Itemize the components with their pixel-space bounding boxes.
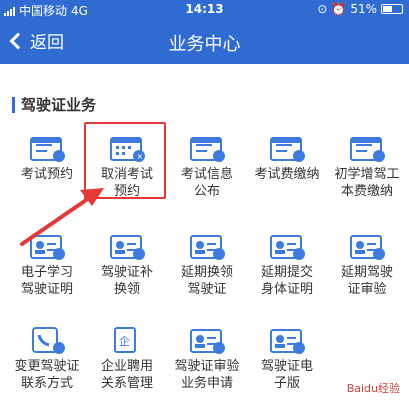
alarm-icon: ⏰	[331, 2, 347, 16]
status-bar: 中国移动 4G 14:13 ⊙ ⏰ 51%	[0, 0, 409, 20]
lock-rotation-icon: ⊙	[317, 2, 328, 16]
status-right: ⊙ ⏰ 51%	[317, 2, 403, 16]
battery-percent: 51%	[350, 2, 377, 16]
page-title: 业务中心	[168, 34, 241, 55]
battery-icon	[381, 4, 403, 14]
nav-bar: 返回 业务中心	[0, 22, 409, 62]
app-header: 中国移动 4G 14:13 ⊙ ⏰ 51% 返回 业务中心	[0, 0, 409, 64]
pointer-arrow	[20, 188, 104, 246]
watermark: Baidu经验	[343, 379, 403, 397]
main-content: 驾驶证业务 考试预约 × 取消考试 预约 考试信息 公布 考试费缴纳 初学增驾工 本费缴纳 电子学…	[0, 64, 409, 401]
